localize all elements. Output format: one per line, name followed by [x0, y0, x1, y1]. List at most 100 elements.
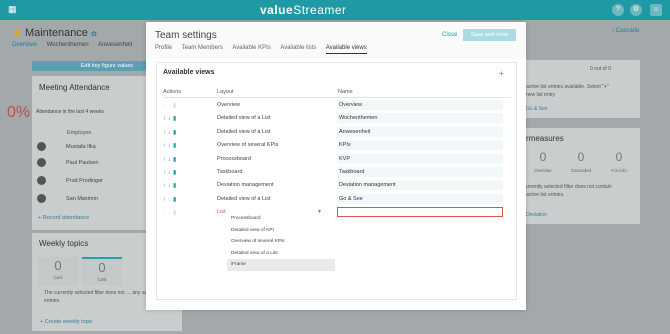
deviation-link[interactable]: Deviation [526, 212, 547, 218]
grid-icon[interactable]: ▦ [8, 5, 17, 14]
view-name-input[interactable]: Overview [337, 100, 503, 110]
measures-card: rmeasures 0 Overdue 0 Cascaded 0 For inf… [520, 128, 640, 224]
tab-available-kpis[interactable]: Available KPIs [232, 45, 271, 51]
avatar [37, 142, 46, 151]
divider [163, 97, 511, 98]
arrow-down-icon[interactable]: ↓ [168, 116, 171, 122]
arrow-up-icon[interactable]: ↑ [163, 130, 166, 136]
modal-tabs: Profile Team Members Available KPIs Avai… [155, 45, 375, 54]
arrow-down-icon[interactable]: ↓ [168, 103, 171, 109]
view-row: ↑ ↓ ▮ Detailed view of a List Wochenthemen [157, 112, 518, 125]
card-title: Weekly topics [39, 239, 89, 248]
arrow-up-icon[interactable]: ↑ [163, 210, 166, 216]
arrow-up-icon[interactable]: ↑ [163, 157, 166, 163]
view-row: ↑ ↓ ▮ Overview of several KPIs KPIs [157, 139, 518, 152]
app-logo: valueStreamer [260, 3, 347, 17]
go-see-link[interactable]: Go & See [526, 106, 548, 112]
arrow-down-icon[interactable]: ↓ [168, 170, 171, 176]
view-name-input[interactable]: KPIs [337, 140, 503, 151]
tab-available-lists[interactable]: Available lists [280, 45, 316, 51]
trash-icon[interactable]: ▮ [173, 130, 176, 136]
view-name-input[interactable]: Wochenthemen [337, 113, 503, 124]
avatar [37, 176, 46, 185]
attendance-subtitle: Attendance in the last 4 weeks [36, 109, 104, 115]
layout-dropdown: Processboard Detailed view of KPI Overvi… [227, 213, 335, 273]
trash-icon[interactable]: ▮ [173, 183, 176, 189]
layout-cell[interactable]: List [217, 209, 226, 215]
row-actions: ↑ ↓ ▮ [163, 115, 178, 122]
tab-profile[interactable]: Profile [155, 45, 172, 51]
help-icon[interactable]: ? [612, 4, 624, 16]
arrow-up-icon[interactable]: ↑ [163, 170, 166, 176]
panel-title: Available views [163, 69, 215, 76]
create-weekly-topic-link[interactable]: + Create weekly topic [40, 319, 93, 325]
list-item: San Maximin [37, 194, 98, 203]
arrow-up-icon[interactable]: ↑ [163, 103, 166, 109]
layout-cell: Detailed view of a List [217, 115, 271, 122]
arrow-down-icon[interactable]: ↓ [168, 143, 171, 149]
save-and-close-button[interactable]: Save and close [463, 29, 516, 41]
view-name-input[interactable]: Anwesenheit [337, 126, 503, 137]
avatar [37, 194, 46, 203]
close-button[interactable]: Close [442, 32, 457, 38]
employee-header: Employee [67, 130, 92, 136]
layout-cell: Deviation management [217, 182, 274, 189]
arrow-down-icon[interactable]: ↓ [168, 183, 171, 189]
trash-icon[interactable]: ▮ [173, 116, 176, 122]
list-item: Paul Paulsen [37, 158, 98, 167]
dropdown-option[interactable]: Detailed view of KPI [227, 225, 335, 237]
tab-overview[interactable]: Overview [12, 42, 37, 48]
dropdown-option[interactable]: Detailed view of a List [227, 248, 335, 260]
tab-wochenthemen[interactable]: Wochenthemen [47, 42, 89, 48]
arrow-up-icon[interactable]: ↑ [163, 143, 166, 149]
trash-icon[interactable]: ▮ [173, 170, 176, 176]
tab-anwesenheit[interactable]: Anwesenheit [98, 42, 132, 48]
add-icon[interactable]: + [499, 69, 504, 78]
page-tabs: Overview Wochenthemen Anwesenheit [12, 42, 140, 48]
arrow-down-icon[interactable]: ↓ [168, 197, 171, 203]
user-icon[interactable]: ☺ [650, 4, 662, 16]
layout-cell: Overview [217, 102, 240, 108]
row-actions: ↑ ↓ ▮ [163, 169, 178, 176]
gear-icon[interactable]: ✿ [91, 31, 97, 38]
settings-icon[interactable]: ⚙ [630, 4, 642, 16]
arrow-down-icon[interactable]: ↓ [168, 157, 171, 163]
week-counter[interactable]: 0 Cw4 [38, 257, 78, 285]
view-name-input[interactable]: Go & See [337, 193, 503, 204]
view-row: ↑ ↓ ▮ Taskboard Taskboard [157, 166, 518, 179]
team-settings-modal: Team settings Close Save and close Profi… [146, 22, 526, 310]
row-actions: ↑ ↓ ▮ [163, 182, 178, 189]
trash-icon[interactable]: ▮ [173, 210, 176, 216]
view-name-input[interactable]: Taskboard [337, 167, 503, 177]
trash-icon[interactable]: ▮ [173, 157, 176, 163]
arrow-up-icon[interactable]: ↑ [163, 197, 166, 203]
available-views-panel: Available views + Actions Layout Name ↑ ↓… [156, 62, 517, 300]
week-counter[interactable]: 0 Cw5 [82, 257, 122, 285]
view-row: ↑ ↓ ▮ Processboard KVP [157, 153, 518, 166]
dropdown-option[interactable]: Processboard [227, 213, 335, 225]
record-attendance-link[interactable]: + Record attendance [38, 215, 89, 221]
view-name-input[interactable]: KVP [337, 153, 503, 164]
trash-icon[interactable]: ▮ [173, 197, 176, 203]
top-bar: ▦ valueStreamer ? ⚙ ☺ [0, 0, 670, 20]
arrow-up-icon[interactable]: ↑ [163, 183, 166, 189]
view-name-input[interactable]: Deviation management [337, 180, 503, 191]
cascade-link[interactable]: ‹ Cascade [612, 28, 639, 34]
star-icon[interactable]: ★ [12, 27, 22, 39]
layout-cell: Detailed view of a List [217, 195, 271, 202]
column-header-name: Name [338, 89, 353, 95]
trash-icon[interactable]: ▮ [173, 143, 176, 149]
view-row: ↑ ↓ ▮ Detailed view of a List Anwesenheit [157, 126, 518, 139]
row-actions: ↑ ↓ ▮ [163, 129, 178, 136]
arrow-down-icon[interactable]: ↓ [168, 130, 171, 136]
tab-team-members[interactable]: Team Members [182, 45, 223, 51]
arrow-down-icon[interactable]: ↓ [168, 210, 171, 216]
trash-icon[interactable]: ▮ [173, 103, 176, 109]
dropdown-option[interactable]: Overview of several KPIs [227, 236, 335, 248]
arrow-up-icon[interactable]: ↑ [163, 116, 166, 122]
dropdown-option[interactable]: iFrame [227, 259, 335, 271]
layout-cell: Overview of several KPIs [217, 142, 279, 149]
view-name-input[interactable] [337, 207, 503, 218]
tab-available-views[interactable]: Available views [325, 45, 367, 54]
row-actions: ↑ ↓ ▮ [163, 102, 178, 109]
